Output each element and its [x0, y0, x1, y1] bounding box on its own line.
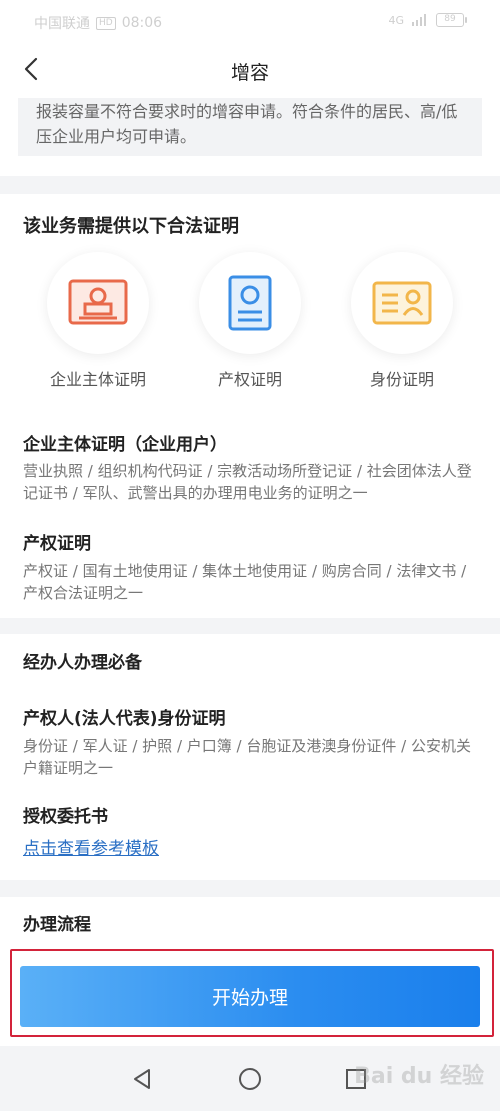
- network-type-label: 4G: [388, 13, 404, 27]
- cert-business[interactable]: 企业主体证明: [28, 252, 168, 390]
- item-title-identity: 产权人(法人代表)身份证明: [23, 709, 226, 729]
- page-title: 增容: [230, 62, 269, 84]
- business-license-icon: [68, 279, 128, 325]
- item-title-authorization: 授权委托书: [23, 807, 108, 827]
- cert-circle: [47, 252, 149, 354]
- process-title: 办理流程: [23, 915, 91, 935]
- id-card-icon: [372, 281, 432, 325]
- agent-title: 经办人办理必备: [23, 653, 142, 673]
- navbar: 增容: [0, 40, 500, 98]
- hd-badge: HD: [96, 16, 116, 30]
- cert-label: 产权证明: [217, 370, 282, 389]
- clock: 08:06: [121, 15, 163, 31]
- watermark-logo: Bai du 经验: [354, 1064, 484, 1089]
- agent-card: 经办人办理必备 产权人(法人代表)身份证明 身份证 / 军人证 / 护照 / 户…: [0, 634, 500, 880]
- item-title-business: 企业主体证明（企业用户）: [23, 435, 227, 455]
- item-text-identity: 身份证 / 军人证 / 护照 / 户口簿 / 台胞证及港澳身份证件 / 公安机关…: [23, 737, 471, 777]
- bottom-action-bar: 开始办理: [0, 942, 500, 1046]
- intro-card: 报装容量不符合要求时的增容申请。符合条件的居民、高/低压企业用户均可申请。: [0, 98, 500, 176]
- cert-label: 企业主体证明: [49, 370, 146, 389]
- item-title-property: 产权证明: [23, 534, 91, 554]
- nav-home-icon[interactable]: [235, 1064, 265, 1094]
- item-text-property: 产权证 / 国有土地使用证 / 集体土地使用证 / 购房合同 / 法律文书 / …: [23, 562, 467, 602]
- item-text-business: 营业执照 / 组织机构代码证 / 宗教活动场所登记证 / 社会团体法人登记证书 …: [23, 462, 472, 502]
- intro-description: 报装容量不符合要求时的增容申请。符合条件的居民、高/低压企业用户均可申请。: [18, 98, 482, 156]
- cert-label: 身份证明: [369, 370, 434, 389]
- signal-icon: [412, 14, 426, 26]
- requirements-card: 该业务需提供以下合法证明 企业主体证明 产权证明 身份证明 企业主体证明（企业用…: [0, 194, 500, 618]
- nav-back-icon[interactable]: [128, 1064, 158, 1094]
- requirements-title: 该业务需提供以下合法证明: [23, 216, 239, 237]
- battery-icon: 89: [436, 13, 467, 27]
- carrier-label: 中国联通: [34, 16, 90, 32]
- process-card: 办理流程: [0, 897, 500, 942]
- cert-identity[interactable]: 身份证明: [332, 252, 472, 390]
- property-certificate-icon: [228, 275, 272, 331]
- view-template-link[interactable]: 点击查看参考模板: [23, 834, 159, 859]
- status-bar: 中国联通 HD 08:06 4G 89: [0, 0, 500, 40]
- cert-property[interactable]: 产权证明: [180, 252, 320, 390]
- start-button[interactable]: 开始办理: [20, 966, 480, 1027]
- cert-circle: [351, 252, 453, 354]
- cert-circle: [199, 252, 301, 354]
